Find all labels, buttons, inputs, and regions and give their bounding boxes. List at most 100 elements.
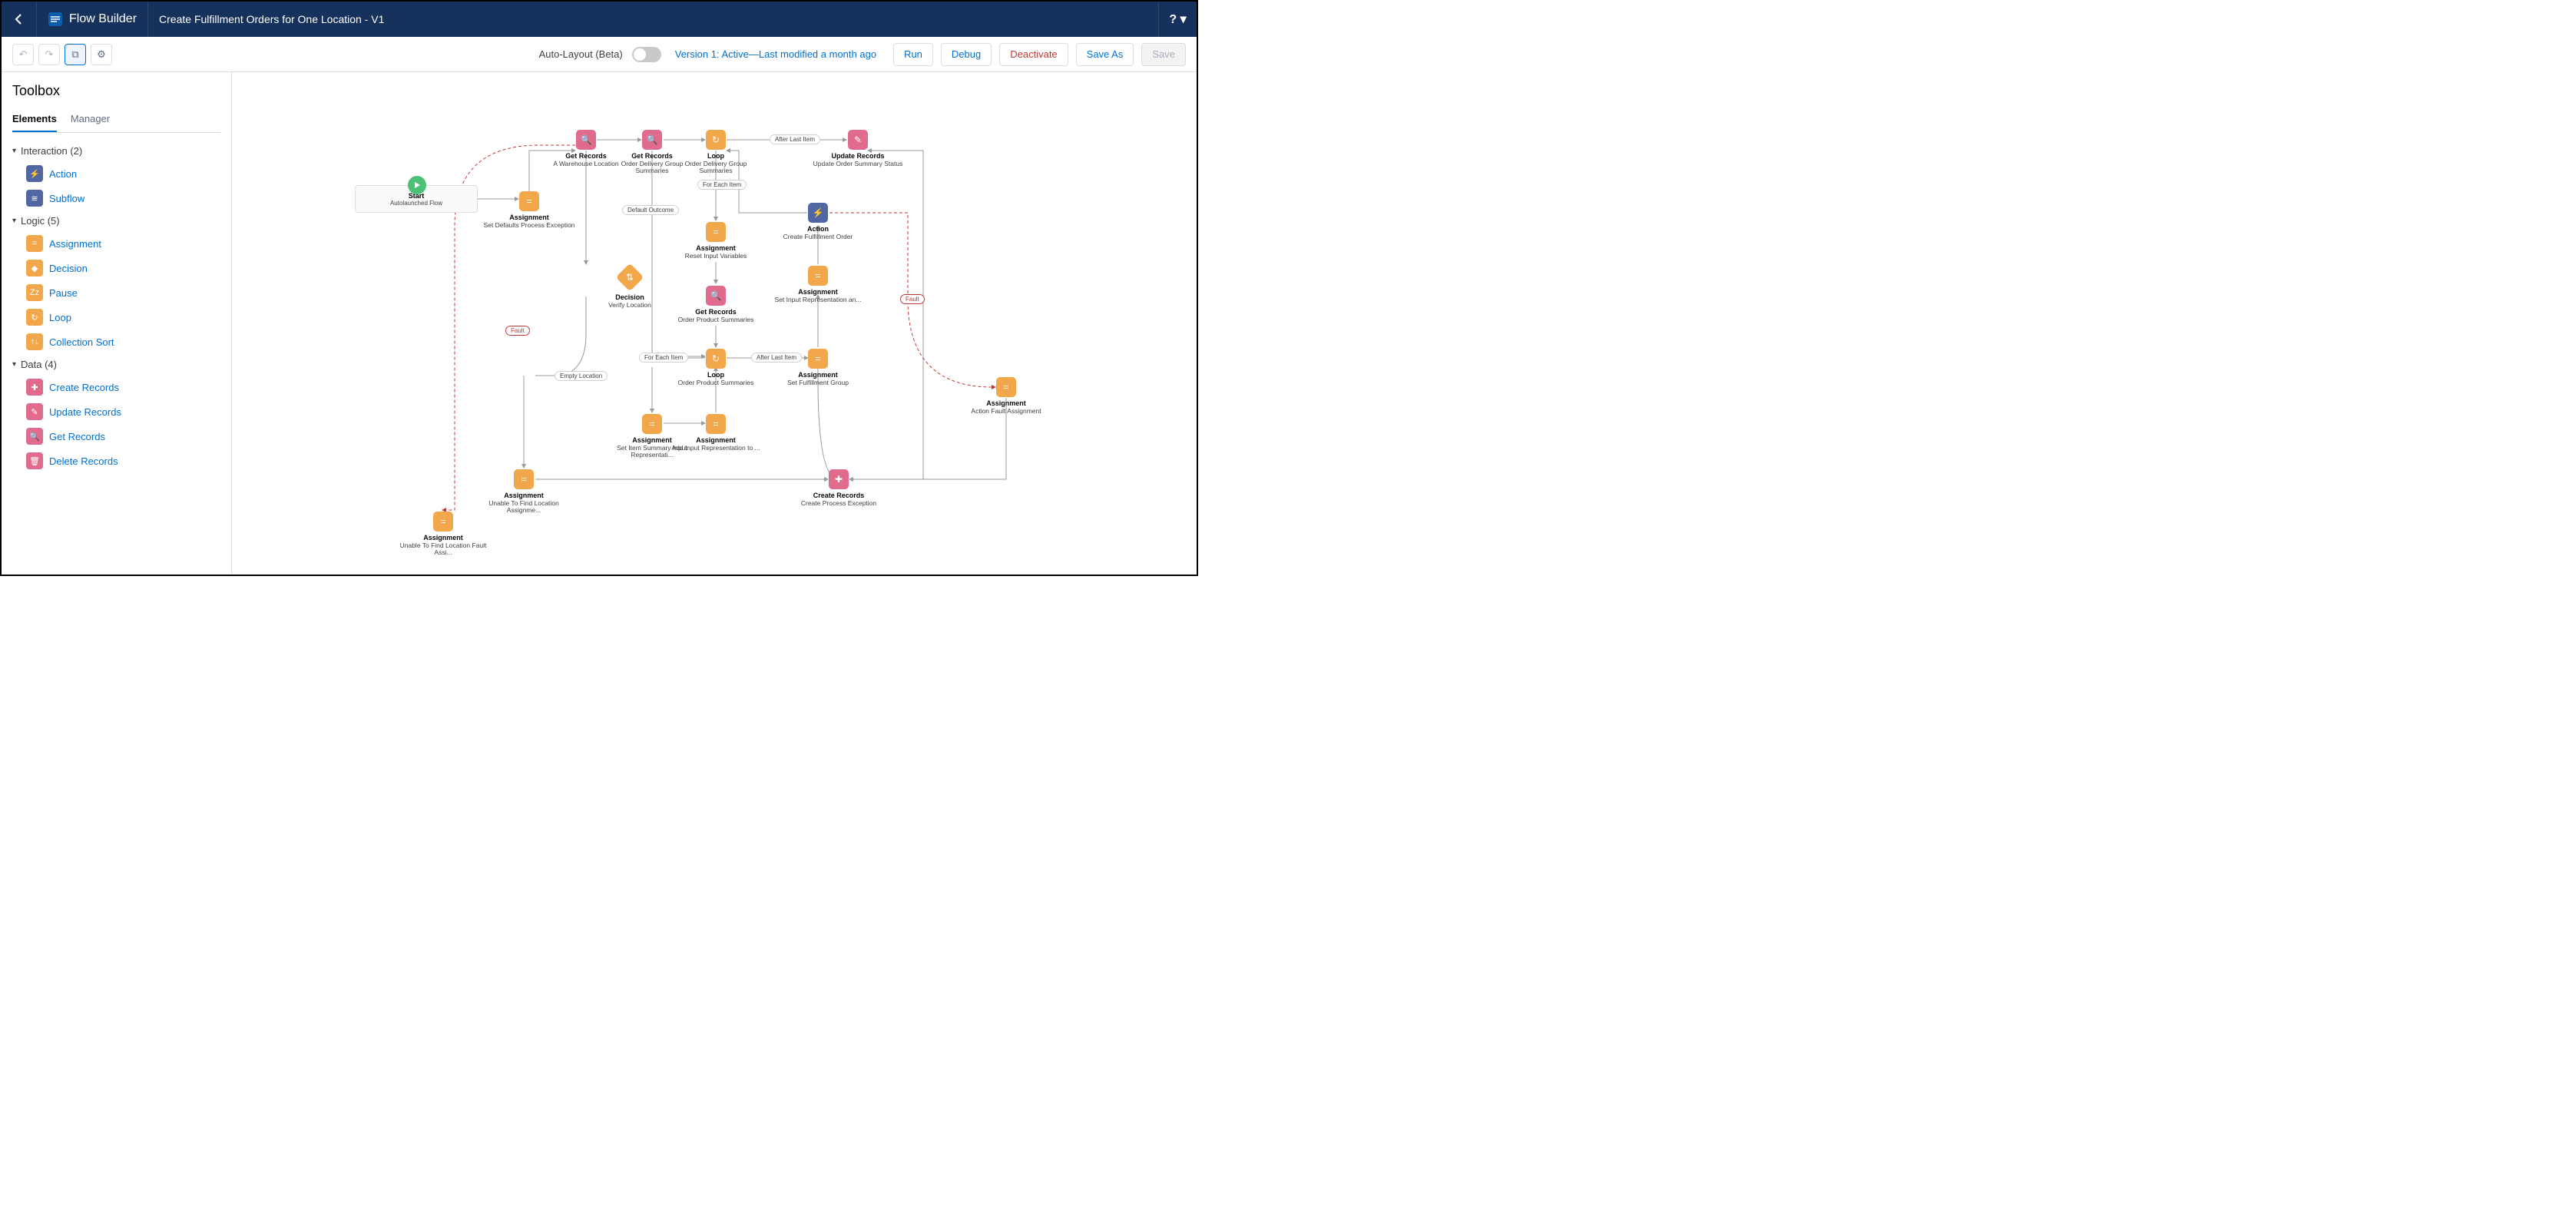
- item-label: Update Records: [49, 406, 121, 418]
- version-link[interactable]: Version 1: Active—Last modified a month …: [675, 48, 876, 60]
- auto-layout-toggle[interactable]: [632, 47, 661, 62]
- action-icon: ⚡: [808, 203, 828, 223]
- label-for-each-item: For Each Item: [697, 180, 747, 190]
- item-label: Pause: [49, 287, 78, 299]
- element-icon: ≋: [26, 190, 43, 207]
- label-after-last-item-2: After Last Item: [751, 353, 802, 363]
- element-icon: ✎: [26, 403, 43, 420]
- brand-label: Flow Builder: [69, 12, 137, 26]
- toolbox-title: Toolbox: [12, 83, 220, 99]
- app-header: Flow Builder Create Fulfillment Orders f…: [2, 2, 1197, 37]
- node-asg-fault[interactable]: = Assignment Unable To Find Location Fau…: [397, 512, 489, 557]
- node-create-pe[interactable]: ✚ Create Records Create Process Exceptio…: [793, 469, 885, 507]
- help-button[interactable]: ? ▾: [1158, 2, 1197, 37]
- undo-button[interactable]: ↶: [12, 44, 34, 65]
- assignment-icon: =: [642, 414, 662, 434]
- back-button[interactable]: [2, 2, 37, 37]
- update-records-icon: ✎: [848, 130, 868, 150]
- toolbox-item[interactable]: ⚡ Action: [12, 161, 220, 186]
- flow-icon: [48, 12, 63, 27]
- node-asg-addinput[interactable]: = Assignment Add Input Representation to…: [670, 414, 762, 452]
- element-icon: Zz: [26, 284, 43, 301]
- toolbox-item[interactable]: Zz Pause: [12, 280, 220, 305]
- node-asg-unable[interactable]: = Assignment Unable To Find Location Ass…: [478, 469, 570, 515]
- assignment-icon: =: [996, 377, 1016, 397]
- page-title: Create Fulfillment Orders for One Locati…: [148, 13, 395, 25]
- item-label: Subflow: [49, 193, 84, 204]
- node-asg-actionfault[interactable]: = Assignment Action Fault Assignment: [960, 377, 1052, 415]
- element-icon: ↻: [26, 309, 43, 326]
- element-icon: ⚡: [26, 165, 43, 182]
- assignment-icon: =: [706, 414, 726, 434]
- loop-icon: ↻: [706, 349, 726, 369]
- assignment-icon: =: [706, 222, 726, 242]
- label-default-outcome: Default Outcome: [622, 205, 679, 215]
- copy-button[interactable]: ⧉: [65, 44, 86, 65]
- item-label: Decision: [49, 263, 88, 274]
- item-label: Loop: [49, 312, 71, 323]
- tab-elements[interactable]: Elements: [12, 108, 57, 132]
- node-get-ops[interactable]: 🔍 Get Records Order Product Summaries: [670, 286, 762, 323]
- settings-button[interactable]: ⚙: [91, 44, 112, 65]
- play-icon: [408, 176, 426, 194]
- toolbox-item[interactable]: 🔍 Get Records: [12, 424, 220, 449]
- save-as-button[interactable]: Save As: [1076, 43, 1134, 66]
- run-button[interactable]: Run: [893, 43, 933, 66]
- loop-icon: ↻: [706, 130, 726, 150]
- debug-button[interactable]: Debug: [941, 43, 992, 66]
- node-asg-setinput[interactable]: = Assignment Set Input Representation an…: [772, 266, 864, 303]
- save-button: Save: [1141, 43, 1186, 66]
- element-icon: 🗑: [26, 452, 43, 469]
- node-assignment-defaults[interactable]: = Assignment Set Defaults Process Except…: [483, 191, 575, 229]
- toolbox-panel: Toolbox Elements Manager ▾Interaction (2…: [2, 72, 232, 575]
- brand: Flow Builder: [37, 2, 148, 37]
- toolbox-item[interactable]: ≋ Subflow: [12, 186, 220, 210]
- decision-icon: ⇅: [616, 263, 644, 292]
- item-label: Create Records: [49, 382, 119, 393]
- chevron-down-icon: ▾: [12, 360, 16, 369]
- create-records-icon: ✚: [829, 469, 849, 489]
- toolbox-item[interactable]: ↻ Loop: [12, 305, 220, 330]
- get-records-icon: 🔍: [642, 130, 662, 150]
- toolbox-item[interactable]: ◆Decision: [12, 256, 220, 280]
- element-icon: 🔍: [26, 428, 43, 445]
- toolbox-item[interactable]: ↑↓ Collection Sort: [12, 330, 220, 354]
- assignment-icon: =: [808, 266, 828, 286]
- node-decision[interactable]: ⇅ Decision Verify Location: [584, 267, 676, 309]
- assignment-icon: =: [433, 512, 453, 532]
- item-label: Assignment: [49, 238, 101, 250]
- get-records-icon: 🔍: [706, 286, 726, 306]
- flow-canvas[interactable]: Start Autolaunched Flow = Assignment Set…: [232, 72, 1197, 575]
- group-header[interactable]: ▾Logic (5): [12, 210, 220, 231]
- toolbox-item[interactable]: = Assignment: [12, 231, 220, 256]
- element-icon: =: [26, 235, 43, 252]
- item-label: Action: [49, 168, 77, 180]
- node-loop-odgs[interactable]: ↻ Loop Order Delivery Group Summaries: [670, 130, 762, 175]
- chevron-down-icon: ▾: [12, 217, 16, 225]
- redo-button[interactable]: ↷: [38, 44, 60, 65]
- get-records-icon: 🔍: [576, 130, 596, 150]
- group-header[interactable]: ▾Interaction (2): [12, 141, 220, 161]
- assignment-icon: =: [808, 349, 828, 369]
- auto-layout-label: Auto-Layout (Beta): [539, 48, 623, 60]
- assignment-icon: =: [514, 469, 534, 489]
- node-asg-reset[interactable]: = Assignment Reset Input Variables: [670, 222, 762, 260]
- assignment-icon: =: [519, 191, 539, 211]
- tab-manager[interactable]: Manager: [71, 108, 110, 132]
- action-bar: ↶ ↷ ⧉ ⚙ Auto-Layout (Beta) Version 1: Ac…: [2, 37, 1197, 72]
- deactivate-button[interactable]: Deactivate: [999, 43, 1068, 66]
- element-icon: ✚: [26, 379, 43, 396]
- label-for-each-item-2: For Each Item: [639, 353, 688, 363]
- item-label: Get Records: [49, 431, 105, 442]
- toolbox-item[interactable]: ✎ Update Records: [12, 399, 220, 424]
- toolbox-item[interactable]: 🗑Delete Records: [12, 449, 220, 473]
- label-fault-2: Fault: [900, 294, 925, 304]
- chevron-down-icon: ▾: [12, 147, 16, 155]
- start-node[interactable]: Start Autolaunched Flow: [355, 185, 478, 213]
- element-icon: ↑↓: [26, 333, 43, 350]
- item-label: Collection Sort: [49, 336, 114, 348]
- group-header[interactable]: ▾Data (4): [12, 354, 220, 375]
- node-update-status[interactable]: ✎ Update Records Update Order Summary St…: [812, 130, 904, 167]
- node-action[interactable]: ⚡ Action Create Fulfillment Order: [772, 203, 864, 240]
- toolbox-item[interactable]: ✚ Create Records: [12, 375, 220, 399]
